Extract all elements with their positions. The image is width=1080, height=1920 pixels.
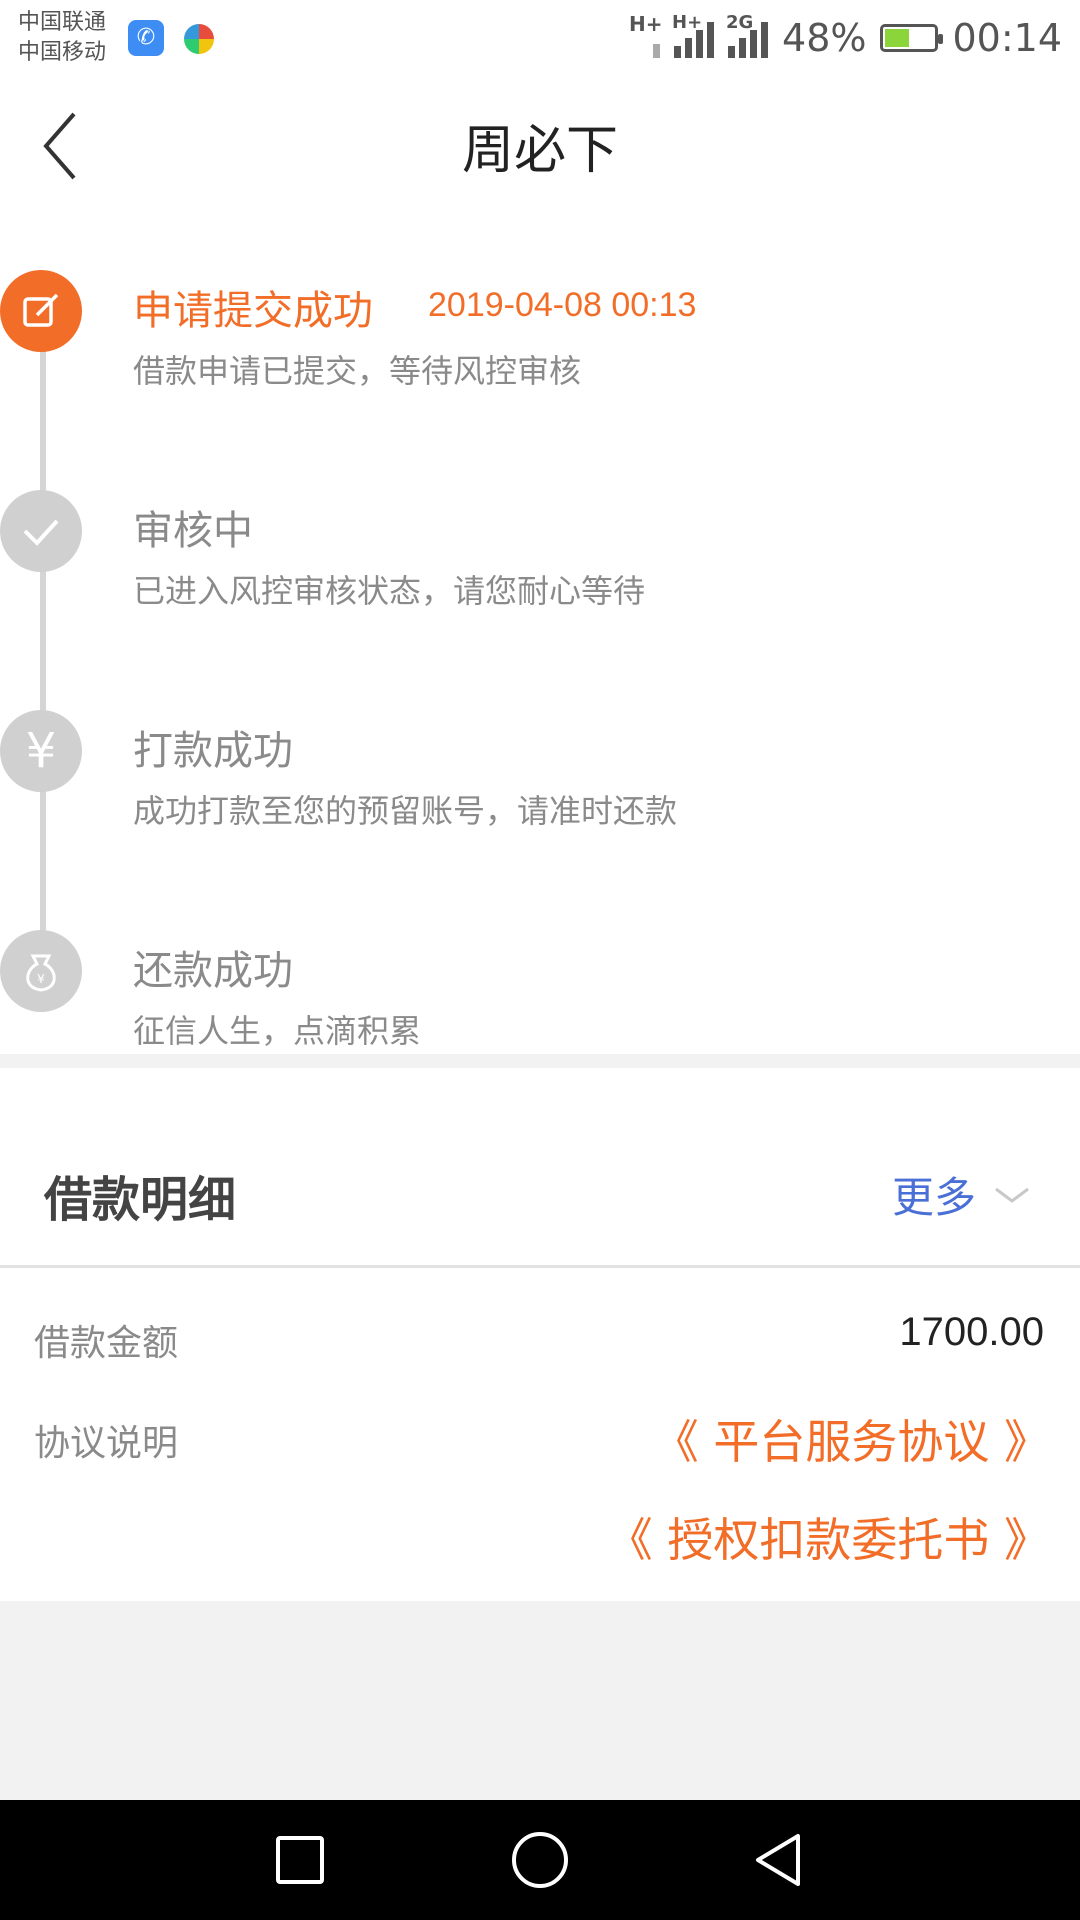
square-icon [276, 1836, 324, 1884]
agreement-label: 协议说明 [34, 1423, 179, 1464]
timeline-line [40, 790, 46, 950]
carrier-1: 中国联通 [18, 10, 107, 35]
battery-percent: 48% [782, 16, 867, 60]
app-header: 周必下 [0, 76, 1080, 216]
more-button[interactable]: 更多 [892, 1164, 1030, 1225]
step-description: 已进入风控审核状态，请您耐心等待 [133, 572, 646, 610]
check-icon [0, 490, 82, 572]
signal-strength-2g-icon: 2G [726, 12, 769, 58]
divider [0, 1265, 1080, 1268]
step-title: 打款成功 [133, 728, 293, 774]
step-title: 审核中 [133, 508, 253, 554]
step-description: 征信人生，点滴积累 [133, 1012, 422, 1050]
battery-icon [880, 24, 944, 52]
platform-service-agreement-link[interactable]: 《 平台服务协议 》 [653, 1406, 1050, 1472]
loan-amount-label: 借款金额 [34, 1323, 179, 1364]
phone-app-icon: ✆ [128, 20, 164, 56]
loan-progress-timeline: 申请提交成功 2019-04-08 00:13 借款申请已提交，等待风控审核 审… [0, 216, 1080, 1054]
network-type-1: H+ [629, 12, 663, 36]
page-title: 周必下 [461, 121, 618, 181]
battery-level [885, 29, 909, 47]
step-timestamp: 2019-04-08 00:13 [428, 286, 697, 324]
carrier-labels: 中国联通 中国移动 [18, 8, 106, 68]
money-bag-icon: ¥ [0, 930, 82, 1012]
step-title: 还款成功 [133, 948, 293, 994]
chevron-down-icon [995, 1187, 1029, 1203]
circle-icon [512, 1832, 568, 1888]
app-notification-icon [184, 24, 214, 54]
loan-details-card: 借款明细 更多 借款金额 1700.00 协议说明 《 平台服务协议 》 《 授… [0, 1068, 1080, 1601]
status-indicators: H+ H+ 2G 48% 00:14 [629, 6, 1062, 70]
network-type-3: 2G [726, 12, 754, 33]
home-button[interactable] [508, 1830, 568, 1890]
section-title: 借款明细 [44, 1172, 237, 1228]
back-nav-button[interactable] [750, 1830, 810, 1890]
recents-button[interactable] [270, 1830, 330, 1890]
status-bar: 中国联通 中国移动 ✆ H+ H+ 2G 48% 00:14 [0, 0, 1080, 76]
signal-icon: H+ [629, 12, 663, 58]
system-nav-bar [0, 1800, 1080, 1920]
carrier-2: 中国移动 [18, 40, 107, 65]
more-label: 更多 [891, 1173, 976, 1222]
clock: 00:14 [952, 16, 1062, 60]
step-description: 借款申请已提交，等待风控审核 [133, 352, 582, 390]
yen-icon: ¥ [0, 710, 82, 792]
step-title: 申请提交成功 [133, 288, 373, 334]
triangle-back-icon [756, 1834, 800, 1886]
loan-amount-value: 1700.00 [899, 1310, 1044, 1354]
network-type-2: H+ [672, 12, 703, 33]
debit-authorization-link[interactable]: 《 授权扣款委托书 》 [607, 1504, 1050, 1570]
svg-text:¥: ¥ [37, 972, 45, 986]
timeline-line [40, 346, 46, 630]
signal-strength-icon: H+ [672, 12, 715, 58]
edit-icon [0, 270, 82, 352]
step-description: 成功打款至您的预留账号，请准时还款 [133, 792, 678, 830]
